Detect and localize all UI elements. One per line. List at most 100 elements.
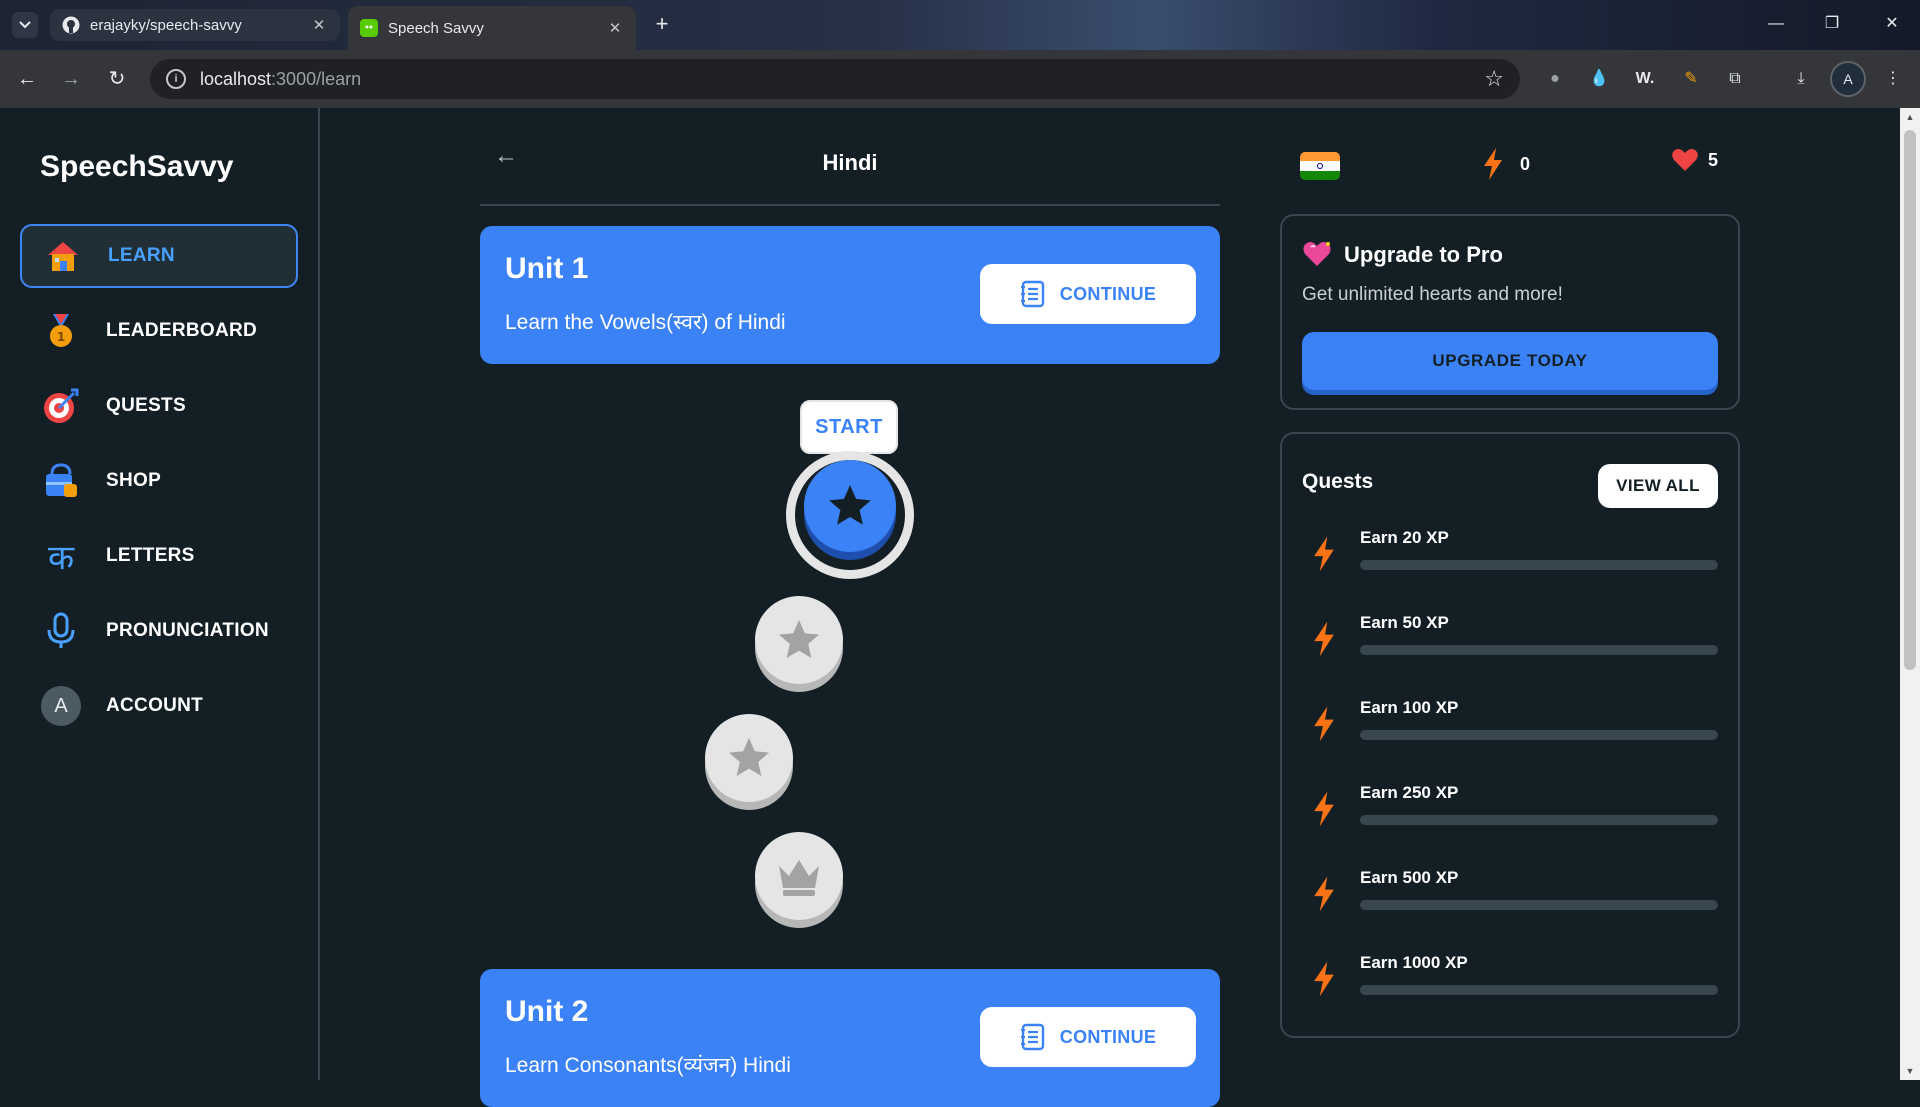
quest-label: Earn 250 XP [1360, 783, 1459, 802]
upgrade-today-button[interactable]: UPGRADE TODAY [1302, 332, 1718, 390]
extension-pen-icon[interactable]: ✎ [1678, 66, 1704, 92]
tab-title: erajayky/speech-savvy [90, 16, 242, 34]
quest-item: Earn 500 XP [1302, 868, 1718, 928]
address-bar[interactable]: i localhost:3000/learn ☆ [150, 59, 1520, 99]
page-scrollbar[interactable]: ▲ ▼ [1900, 108, 1920, 1080]
unit-title: Unit 2 [505, 995, 589, 1028]
browser-tab-speech-savvy[interactable]: Speech Savvy ✕ [348, 6, 636, 50]
extensions-puzzle-icon[interactable]: ⧉ [1722, 66, 1748, 92]
continue-button[interactable]: CONTINUE [980, 1007, 1196, 1067]
continue-button-label: CONTINUE [1059, 283, 1157, 304]
quest-progress-bar [1360, 730, 1718, 740]
india-flag-icon[interactable] [1300, 152, 1340, 180]
tab-search-button[interactable] [12, 12, 38, 38]
xp-count: 0 [1520, 153, 1531, 174]
lesson-node-locked[interactable] [705, 714, 793, 802]
restore-window-icon[interactable]: ❐ [1818, 10, 1846, 38]
account-initial: A [41, 686, 81, 726]
lesson-node-locked[interactable] [755, 596, 843, 684]
quests-title: Quests [1302, 470, 1374, 493]
unit-description: Learn Consonants(व्यंजन) Hindi [505, 1054, 791, 1077]
app-logo[interactable]: SpeechSavvy [40, 150, 233, 184]
sidebar-item-account[interactable]: A ACCOUNT [20, 674, 298, 738]
quest-label: Earn 500 XP [1360, 868, 1459, 887]
lesson-node-current[interactable] [804, 460, 896, 552]
close-tab-icon[interactable]: ✕ [606, 19, 624, 37]
quest-label: Earn 20 XP [1360, 528, 1449, 547]
sidebar-item-label: QUESTS [106, 395, 186, 416]
lightning-bolt-icon [1314, 791, 1334, 827]
sidebar-item-leaderboard[interactable]: 1 LEADERBOARD [20, 299, 298, 363]
close-window-icon[interactable]: ✕ [1878, 10, 1906, 38]
lightning-bolt-icon [1314, 876, 1334, 912]
extension-icon[interactable]: ● [1542, 66, 1568, 92]
extension-drop-icon[interactable]: 💧 [1586, 66, 1612, 92]
sidebar-item-label: SHOP [106, 470, 162, 491]
download-icon[interactable]: ⤓ [1788, 66, 1814, 92]
quest-progress-bar [1360, 645, 1718, 655]
sidebar-item-label: LEADERBOARD [106, 320, 258, 341]
bookmark-star-icon[interactable]: ☆ [1484, 66, 1504, 92]
quest-label: Earn 50 XP [1360, 613, 1449, 632]
minimize-window-icon[interactable]: — [1762, 10, 1790, 38]
unit-description: Learn the Vowels(स्वर) of Hindi [505, 311, 786, 334]
lesson-node-locked[interactable] [755, 832, 843, 920]
continue-button[interactable]: CONTINUE [980, 264, 1196, 324]
star-icon [829, 485, 871, 525]
sidebar-item-learn[interactable]: LEARN [20, 224, 298, 288]
unit-title: Unit 1 [505, 252, 589, 285]
browser-tab-strip: erajayky/speech-savvy ✕ Speech Savvy ✕ +… [0, 0, 1920, 50]
tab-title: Speech Savvy [388, 19, 484, 37]
scroll-up-icon[interactable]: ▲ [1904, 112, 1916, 122]
view-all-button[interactable]: VIEW ALL [1598, 464, 1718, 508]
app-page: SpeechSavvy LEARN 1 LEADERBOARD QUESTS S… [0, 108, 1900, 1107]
sidebar-item-letters[interactable]: क LETTERS [20, 524, 298, 588]
notebook-icon [1020, 1023, 1044, 1051]
scroll-down-icon[interactable]: ▼ [1904, 1066, 1916, 1076]
scrollbar-thumb[interactable] [1904, 130, 1916, 670]
hindi-letter-icon: क [40, 535, 82, 578]
new-tab-button[interactable]: + [650, 13, 674, 37]
quest-progress-bar [1360, 900, 1718, 910]
quest-item: Earn 100 XP [1302, 698, 1718, 758]
lightning-bolt-icon [1314, 621, 1334, 657]
lightning-bolt-icon [1484, 148, 1502, 180]
quest-item: Earn 50 XP [1302, 613, 1718, 673]
sidebar-item-label: LEARN [108, 245, 175, 266]
xp-stat[interactable]: 0 [1482, 148, 1530, 180]
hearts-stat[interactable]: 5 [1672, 148, 1718, 172]
profile-avatar[interactable]: A [1830, 61, 1866, 97]
unit-banner: Unit 1 Learn the Vowels(स्वर) of Hindi C… [480, 226, 1220, 364]
sidebar-item-label: LETTERS [106, 545, 195, 566]
browser-tab-github[interactable]: erajayky/speech-savvy ✕ [50, 9, 340, 41]
shopping-bag-icon [40, 460, 82, 502]
sparkle-heart-icon [1302, 240, 1332, 273]
forward-nav-icon[interactable]: → [56, 64, 86, 94]
course-language-title: Hindi [822, 150, 878, 175]
upgrade-title: Upgrade to Pro [1344, 242, 1503, 267]
hearts-count: 5 [1708, 149, 1719, 170]
extension-w-icon[interactable]: W. [1632, 66, 1658, 92]
sidebar-item-label: PRONUNCIATION [106, 620, 269, 641]
unit-banner: Unit 2 Learn Consonants(व्यंजन) Hindi CO… [480, 969, 1220, 1107]
site-info-icon[interactable]: i [166, 69, 186, 89]
quest-progress-bar [1360, 560, 1718, 570]
sidebar-item-quests[interactable]: QUESTS [20, 374, 298, 438]
star-icon [729, 738, 769, 776]
target-icon [40, 385, 82, 427]
close-tab-icon[interactable]: ✕ [310, 16, 328, 34]
sidebar-item-shop[interactable]: SHOP [20, 449, 298, 513]
back-nav-icon[interactable]: ← [12, 64, 42, 94]
url-host: localhost [200, 68, 272, 89]
sidebar-item-pronunciation[interactable]: PRONUNCIATION [20, 599, 298, 663]
microphone-icon [40, 610, 82, 652]
browser-menu-icon[interactable]: ⋮ [1880, 66, 1906, 92]
sidebar: SpeechSavvy LEARN 1 LEADERBOARD QUESTS S… [0, 108, 320, 1080]
start-tooltip: START [800, 400, 898, 461]
notebook-icon [1020, 280, 1044, 308]
continue-button-label: CONTINUE [1059, 1026, 1157, 1047]
github-icon [62, 16, 80, 34]
url-text: localhost:3000/learn [200, 69, 361, 90]
reload-icon[interactable]: ↻ [102, 64, 132, 94]
learn-header: ← Hindi [480, 108, 1220, 206]
